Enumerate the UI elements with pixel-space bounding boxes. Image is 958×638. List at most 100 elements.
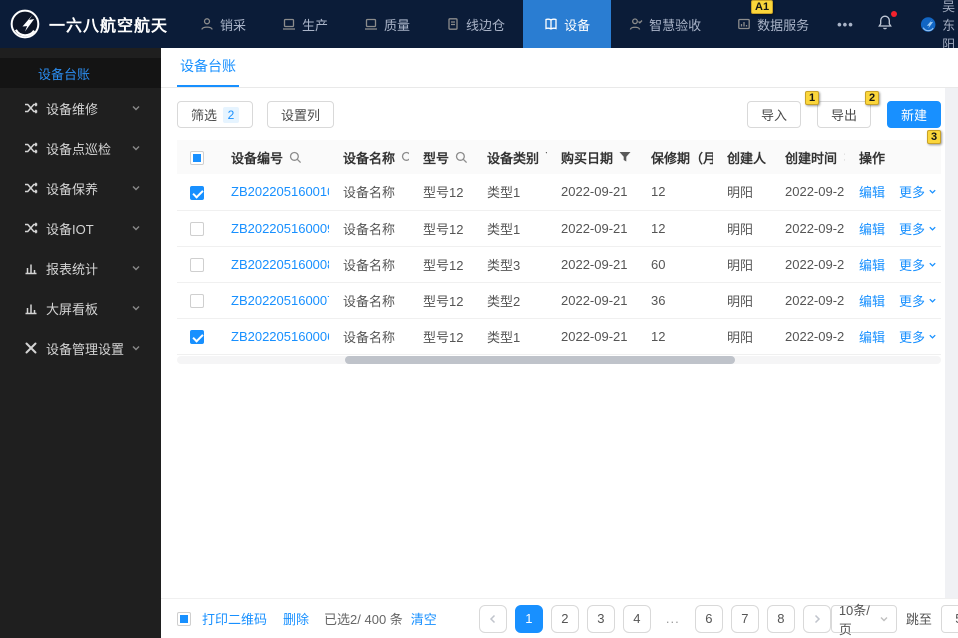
more-link[interactable]: 更多 (899, 258, 925, 273)
cell-category: 类型2 (473, 282, 547, 319)
more-menu-icon[interactable]: ••• (827, 17, 864, 32)
sidebar-item-device-repair[interactable]: 设备维修 (0, 88, 161, 128)
cell-model: 型号12 (409, 318, 473, 355)
device-code-link[interactable]: ZB202205160010 (231, 184, 329, 199)
sidebar-item-device-settings[interactable]: 设备管理设置 (0, 328, 161, 368)
data-service-icon (737, 17, 751, 31)
nav-item-sales[interactable]: 销采 (182, 0, 264, 48)
cell-name: 设备名称 (329, 282, 409, 319)
edit-link[interactable]: 编辑 (859, 294, 885, 309)
nav-item-device[interactable]: 设备 (523, 0, 612, 48)
cell-name: 设备名称 (329, 318, 409, 355)
nav-item-line-warehouse[interactable]: 线边仓 (428, 0, 523, 48)
clear-selection-button[interactable]: 清空 (411, 609, 437, 628)
sidebar-item-label: 大屏看板 (46, 301, 99, 317)
sidebar-item-dashboard-screen[interactable]: 大屏看板 (0, 288, 161, 328)
page-button-4[interactable]: 4 (622, 604, 651, 633)
filter-icon[interactable] (545, 151, 547, 163)
sidebar-item-device-ledger[interactable]: 设备台账 (0, 58, 161, 88)
sidebar: 设备台账 设备维修 设备点巡检 设备保养 设备IOT 报表统计 大屏看板 设备管… (0, 48, 161, 638)
nav-item-production[interactable]: 生产 (264, 0, 346, 48)
row-checkbox[interactable] (190, 293, 204, 308)
cell-name: 设备名称 (329, 210, 409, 247)
top-navbar: 一六八航空航天 销采 生产 质量 线边仓 设备 智慧验收 数据服务 ••• 吴东… (0, 0, 958, 52)
export-button[interactable]: 导出 (816, 101, 871, 128)
edit-link[interactable]: 编辑 (859, 222, 885, 237)
cell-model: 型号12 (409, 246, 473, 283)
content-card: 筛选 2 设置列 导入 导出 新建 设备编号 设备名称 型号 设备类别 购买日期… (161, 88, 945, 598)
nav-item-quality[interactable]: 质量 (346, 0, 428, 48)
search-icon[interactable] (455, 151, 468, 164)
page-button-3[interactable]: 3 (586, 604, 615, 633)
next-page-button[interactable] (802, 604, 831, 633)
more-link[interactable]: 更多 (899, 222, 925, 237)
sidebar-item-device-iot[interactable]: 设备IOT (0, 208, 161, 248)
tab-device-ledger[interactable]: 设备台账 (177, 56, 239, 87)
row-checkbox[interactable] (190, 329, 204, 344)
nav-item-data-service[interactable]: 数据服务 (719, 0, 827, 48)
avatar[interactable] (920, 11, 936, 38)
filter-icon[interactable] (619, 151, 631, 163)
row-checkbox[interactable] (190, 185, 204, 200)
cell-warranty: 12 (637, 174, 713, 211)
page-button-7[interactable]: 7 (730, 604, 759, 633)
brand: 一六八航空航天 (0, 7, 168, 41)
prev-page-button[interactable] (478, 604, 507, 633)
user-name[interactable]: 吴东阳 (942, 0, 958, 53)
search-icon[interactable] (401, 151, 409, 164)
row-checkbox[interactable] (190, 257, 204, 272)
page-button-8[interactable]: 8 (766, 604, 795, 633)
column-header-creator: 创建人 (727, 150, 767, 166)
nav-item-label: 智慧验收 (649, 17, 702, 33)
set-columns-button[interactable]: 设置列 (267, 101, 335, 128)
laptop-icon (282, 17, 296, 31)
page-size-select[interactable]: 10条/页 (830, 603, 897, 637)
cell-warranty: 36 (637, 282, 713, 319)
set-columns-label: 设置列 (281, 108, 321, 123)
cell-model: 型号12 (409, 210, 473, 247)
cell-buy-date: 2022-09-21 (547, 210, 637, 247)
nav-item-smart-acceptance[interactable]: 智慧验收 (611, 0, 719, 48)
edit-link[interactable]: 编辑 (859, 330, 885, 345)
device-code-link[interactable]: ZB202205160007 (231, 293, 329, 308)
edit-link[interactable]: 编辑 (859, 185, 885, 200)
footer-select-checkbox[interactable] (177, 611, 191, 626)
app-window: 一六八航空航天 销采 生产 质量 线边仓 设备 智慧验收 数据服务 ••• 吴东… (0, 0, 958, 638)
chevron-down-icon (879, 614, 889, 624)
delete-button[interactable]: 删除 (283, 609, 309, 628)
more-link[interactable]: 更多 (899, 330, 925, 345)
device-code-link[interactable]: ZB202205160006 (231, 329, 329, 344)
sidebar-item-label: 设备点巡检 (46, 141, 112, 157)
import-button[interactable]: 导入 (746, 101, 801, 128)
device-code-link[interactable]: ZB202205160009 (231, 221, 329, 236)
device-code-link[interactable]: ZB202205160008 (231, 257, 329, 272)
row-checkbox[interactable] (190, 221, 204, 236)
sort-icon[interactable] (843, 150, 845, 164)
print-qrcode-button[interactable]: 打印二维码 (202, 609, 267, 628)
horizontal-scrollbar-thumb[interactable] (345, 355, 735, 364)
search-icon[interactable] (289, 151, 302, 164)
export-label: 导出 (830, 108, 857, 123)
table-row: ZB202205160006 设备名称 型号12 类型1 2022-09-21 … (177, 318, 941, 355)
more-link[interactable]: 更多 (899, 185, 925, 200)
sidebar-item-report-statistics[interactable]: 报表统计 (0, 248, 161, 288)
select-all-checkbox[interactable] (190, 150, 204, 165)
page-button-2[interactable]: 2 (550, 604, 579, 633)
more-link[interactable]: 更多 (899, 294, 925, 309)
create-button[interactable]: 新建 (886, 101, 941, 128)
chevron-down-icon (928, 329, 937, 344)
horizontal-scrollbar-track (177, 355, 941, 364)
jump-page-input[interactable] (940, 604, 958, 633)
selected-count-text: 已选2/ 400 条 (324, 612, 403, 627)
column-header-created: 创建时间 (785, 150, 838, 166)
notification-bell-icon[interactable] (864, 11, 906, 34)
chevron-right-icon (812, 614, 822, 624)
cell-created: 2022-09-21 0 (771, 318, 845, 355)
sidebar-item-device-inspection[interactable]: 设备点巡检 (0, 128, 161, 168)
sidebar-item-device-maintenance[interactable]: 设备保养 (0, 168, 161, 208)
filter-button[interactable]: 筛选 2 (177, 101, 254, 128)
page-ellipsis[interactable]: ... (658, 604, 687, 633)
page-button-6[interactable]: 6 (694, 604, 723, 633)
page-button-1[interactable]: 1 (514, 604, 543, 633)
edit-link[interactable]: 编辑 (859, 258, 885, 273)
